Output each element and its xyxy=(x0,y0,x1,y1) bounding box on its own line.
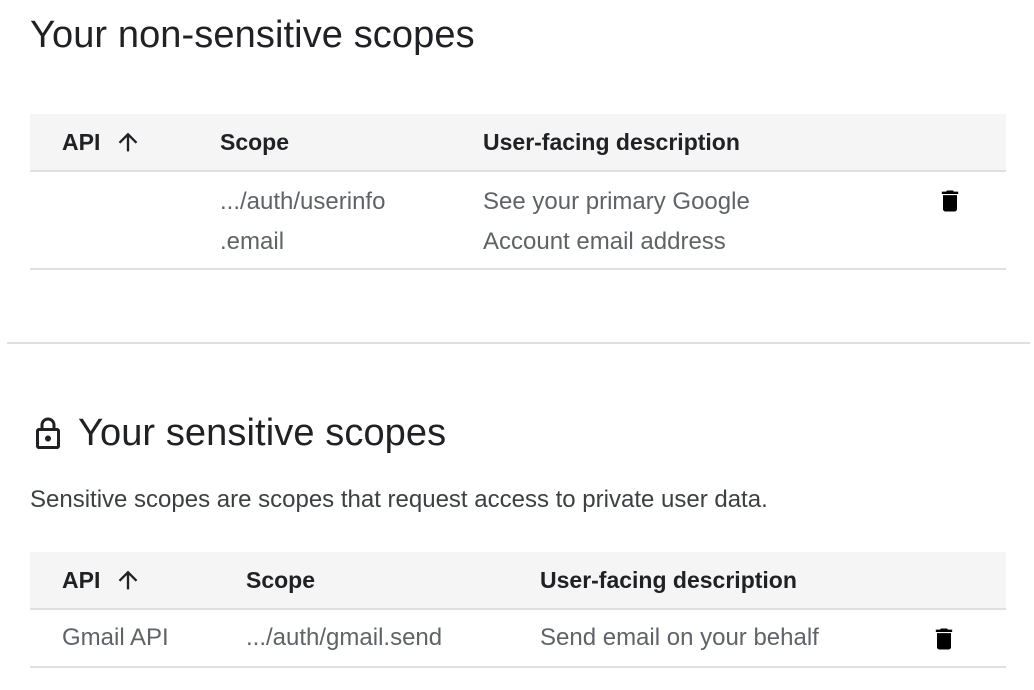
table-row: .../auth/userinfo .email See your primar… xyxy=(30,172,1006,270)
cell-scope: .../auth/gmail.send xyxy=(246,624,443,651)
table-header: API Scope User-facing description xyxy=(30,114,1006,172)
cell-api: Gmail API xyxy=(62,624,169,651)
column-header-scope-label: Scope xyxy=(220,128,290,155)
non-sensitive-scopes-table: API Scope User-facing description .../au… xyxy=(30,114,1006,270)
column-header-api-label: API xyxy=(62,128,101,155)
sensitive-scopes-table: API Scope User-facing description Gmail … xyxy=(30,552,1006,668)
column-header-description: User-facing description xyxy=(540,552,797,608)
cell-description-line2: Account email address xyxy=(483,228,726,255)
arrow-up-icon[interactable] xyxy=(114,128,142,156)
table-header: API Scope User-facing description xyxy=(30,552,1006,610)
column-header-api-label: API xyxy=(62,566,101,593)
sensitive-description: Sensitive scopes are scopes that request… xyxy=(30,486,768,513)
cell-scope: .../auth/userinfo .email xyxy=(220,182,385,262)
column-header-scope: Scope xyxy=(246,552,315,608)
table-row: Gmail API .../auth/gmail.send Send email… xyxy=(30,610,1006,668)
column-header-scope: Scope xyxy=(220,114,289,170)
lock-icon xyxy=(36,417,60,449)
cell-scope-line2: .email xyxy=(220,228,285,255)
sensitive-title-text: Your sensitive scopes xyxy=(78,412,447,454)
cell-description-line1: See your primary Google xyxy=(483,188,750,215)
column-header-scope-label: Scope xyxy=(246,566,316,593)
non-sensitive-title-text: Your non-sensitive scopes xyxy=(30,14,475,56)
section-divider xyxy=(7,342,1030,344)
column-header-api[interactable]: API xyxy=(62,552,142,608)
cell-description: See your primary Google Account email ad… xyxy=(483,182,750,262)
trash-icon[interactable] xyxy=(936,186,964,216)
arrow-up-icon[interactable] xyxy=(114,566,142,594)
column-header-description-label: User-facing description xyxy=(483,128,740,155)
column-header-api[interactable]: API xyxy=(62,114,142,170)
column-header-description: User-facing description xyxy=(483,114,740,170)
trash-icon[interactable] xyxy=(930,624,958,654)
column-header-description-label: User-facing description xyxy=(540,566,797,593)
cell-scope-line1: .../auth/userinfo xyxy=(220,188,386,215)
cell-description: Send email on your behalf xyxy=(540,624,819,651)
sensitive-title: Your sensitive scopes xyxy=(30,412,446,455)
non-sensitive-title: Your non-sensitive scopes xyxy=(30,14,475,57)
